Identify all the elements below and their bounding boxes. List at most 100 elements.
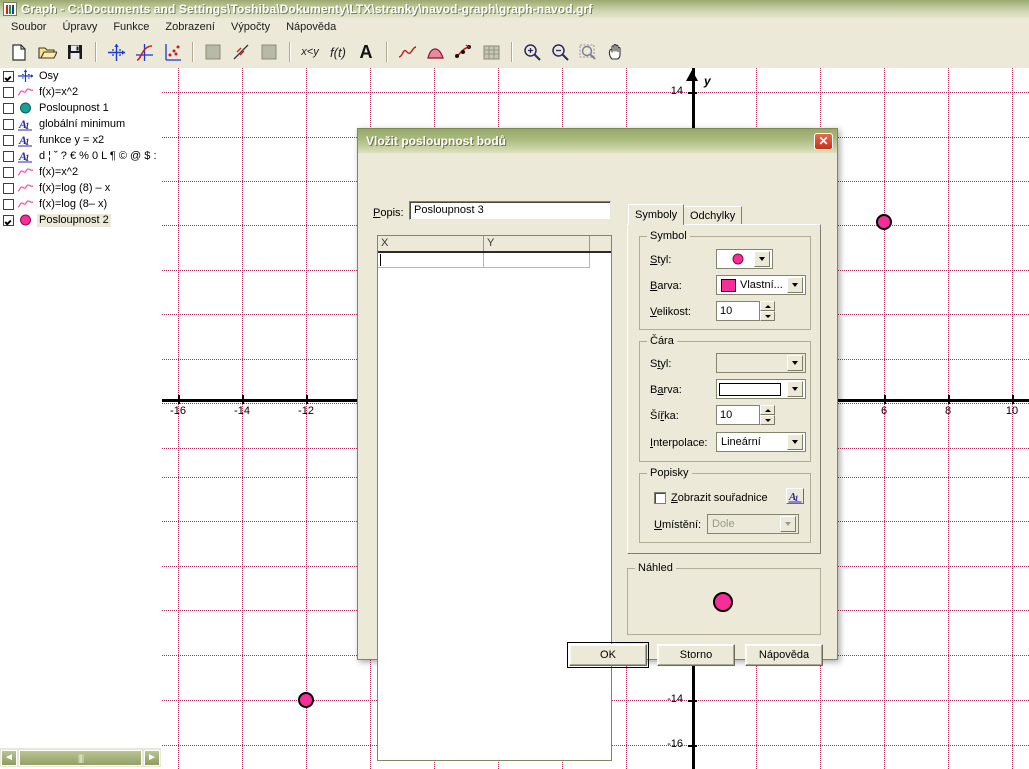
menu-zobrazeni[interactable]: Zobrazení	[157, 20, 223, 34]
edit-axes-icon[interactable]	[103, 39, 129, 65]
item-checkbox[interactable]	[3, 102, 14, 114]
preview-group: Náhled	[627, 562, 821, 635]
chevron-down-icon[interactable]	[787, 277, 803, 293]
pan-hand-icon[interactable]	[603, 39, 629, 65]
symbol-group-title: Symbol	[647, 230, 690, 242]
symbol-size-input[interactable]: 10	[716, 301, 760, 321]
show-area-icon[interactable]	[422, 39, 448, 65]
list-item[interactable]: A1 funkce y = x2	[0, 132, 162, 148]
chevron-down-icon[interactable]	[787, 434, 803, 450]
item-checkbox[interactable]	[3, 134, 14, 146]
cancel-button[interactable]: Storno	[657, 644, 735, 666]
line-color-combo[interactable]	[716, 379, 806, 399]
insert-relation-xy-icon[interactable]: x<y	[297, 39, 323, 65]
item-checkbox[interactable]	[3, 86, 14, 98]
stepper-down-icon[interactable]	[760, 311, 775, 321]
x-tick-label: 6	[880, 405, 888, 417]
custom-function-icon[interactable]: f(t)	[325, 39, 351, 65]
insert-label-icon[interactable]: A	[353, 39, 379, 65]
show-table-icon[interactable]	[478, 39, 504, 65]
item-checkbox[interactable]	[3, 70, 14, 82]
zoom-out-icon[interactable]	[547, 39, 573, 65]
points-table[interactable]: X Y	[377, 235, 612, 761]
label-A-icon: A1	[17, 149, 34, 163]
close-icon[interactable]: ✕	[814, 132, 833, 150]
item-checkbox[interactable]	[3, 150, 14, 162]
menu-funkce[interactable]: Funkce	[105, 20, 157, 34]
list-item-label: f(x)=log (8– x)	[39, 197, 108, 210]
stepper-up-icon[interactable]	[760, 405, 775, 415]
insert-shade-icon	[200, 39, 226, 65]
interpolation-combo[interactable]: Lineární	[716, 432, 806, 452]
item-checkbox[interactable]	[3, 166, 14, 178]
insert-point-series-icon[interactable]	[159, 39, 185, 65]
menu-napoveda[interactable]: Nápověda	[278, 20, 344, 34]
list-item[interactable]: Posloupnost 1	[0, 100, 162, 116]
menu-vypocty[interactable]: Výpočty	[223, 20, 278, 34]
axes-icon	[17, 69, 34, 83]
list-item[interactable]: f(x)=log (8– x)	[0, 196, 162, 212]
placement-label: Umístění:	[654, 519, 702, 531]
line-style-combo[interactable]	[716, 353, 806, 373]
stepper-down-icon[interactable]	[760, 415, 775, 425]
open-file-icon[interactable]	[34, 39, 60, 65]
list-item[interactable]: A1 d ¦ ˘ ? € % 0 L ¶ © @ $ :	[0, 148, 162, 164]
symbol-size-stepper[interactable]	[760, 301, 775, 321]
item-checkbox[interactable]	[3, 198, 14, 210]
list-item[interactable]: Osy	[0, 68, 162, 84]
list-item[interactable]: f(x)=log (8) – x	[0, 180, 162, 196]
zoom-in-icon[interactable]	[519, 39, 545, 65]
insert-function-icon[interactable]	[131, 39, 157, 65]
chevron-down-icon[interactable]	[780, 516, 796, 532]
scroll-right-button[interactable]: ►	[144, 749, 160, 766]
list-item-label: f(x)=x^2	[39, 85, 79, 98]
interpolation-value: Lineární	[721, 436, 761, 448]
cell-y[interactable]	[484, 253, 590, 268]
table-row[interactable]	[378, 253, 611, 268]
symbol-color-swatch	[721, 278, 736, 292]
label-font-icon[interactable]: A1	[786, 488, 804, 504]
show-coords-checkbox[interactable]	[654, 492, 666, 504]
insert-tangent-icon[interactable]	[228, 39, 254, 65]
stepper-up-icon[interactable]	[760, 301, 775, 311]
list-item[interactable]: f(x)=x^2	[0, 84, 162, 100]
function-list-hscrollbar[interactable]: ◄ |||| ►	[0, 748, 161, 767]
menu-upravy[interactable]: Úpravy	[54, 20, 105, 34]
function-list-panel[interactable]: Osy f(x)=x^2 Posloupnost 1 A1 globální m…	[0, 68, 163, 745]
line-width-stepper[interactable]	[760, 405, 775, 425]
scroll-left-button[interactable]: ◄	[1, 749, 17, 766]
show-points-icon[interactable]	[450, 39, 476, 65]
show-curve-icon[interactable]	[394, 39, 420, 65]
cell-x[interactable]	[378, 253, 484, 268]
zoom-window-icon[interactable]	[575, 39, 601, 65]
tab-symboly[interactable]: Symboly	[628, 204, 685, 225]
symbol-color-combo[interactable]: Vlastní...	[716, 275, 806, 295]
tab-odchylky[interactable]: Odchylky	[683, 206, 743, 225]
insert-point-series-dialog: Vložit posloupnost bodů ✕ Popis: Posloup…	[357, 128, 838, 761]
chevron-down-icon[interactable]	[787, 355, 803, 371]
y-tick	[688, 745, 697, 747]
help-button[interactable]: Nápověda	[745, 644, 823, 666]
symbol-style-combo[interactable]	[716, 249, 773, 269]
line-width-input[interactable]: 10	[716, 405, 760, 425]
y-axis-label: y	[704, 74, 711, 88]
column-header-x[interactable]: X	[378, 236, 484, 251]
placement-combo[interactable]: Dole	[707, 514, 799, 534]
chevron-down-icon[interactable]	[754, 251, 770, 267]
data-point[interactable]	[876, 214, 892, 230]
scrollbar-thumb[interactable]: ||||	[19, 749, 142, 766]
list-item[interactable]: f(x)=x^2	[0, 164, 162, 180]
ok-button[interactable]: OK	[567, 642, 649, 668]
list-item[interactable]: Posloupnost 2	[0, 212, 162, 228]
item-checkbox[interactable]	[3, 214, 14, 226]
column-header-y[interactable]: Y	[484, 236, 590, 251]
new-file-icon[interactable]	[6, 39, 32, 65]
chevron-down-icon[interactable]	[787, 381, 803, 397]
save-file-icon[interactable]	[62, 39, 88, 65]
item-checkbox[interactable]	[3, 118, 14, 130]
item-checkbox[interactable]	[3, 182, 14, 194]
description-input[interactable]: Posloupnost 3	[410, 202, 610, 219]
menu-soubor[interactable]: Soubor	[3, 20, 54, 34]
data-point[interactable]	[298, 692, 314, 708]
list-item[interactable]: A1 globální minimum	[0, 116, 162, 132]
